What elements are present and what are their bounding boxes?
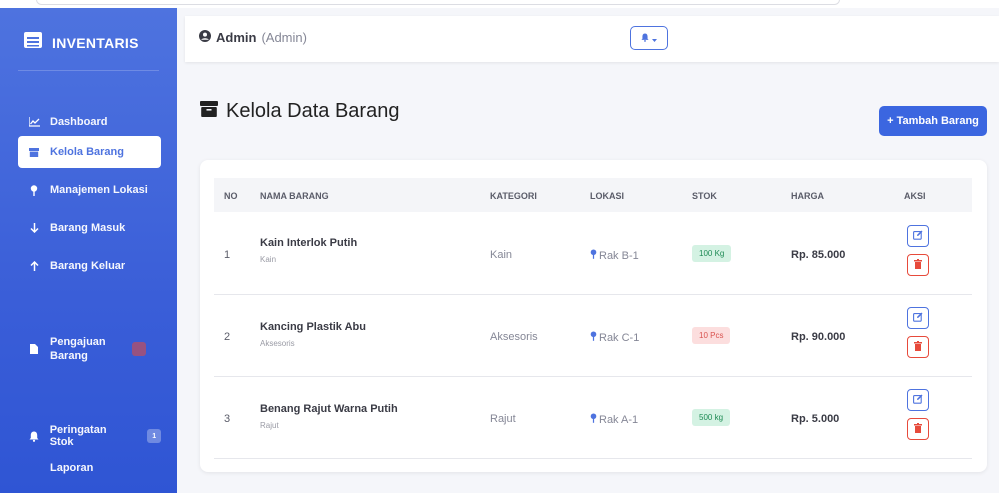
item-price: Rp. 85.000 — [791, 249, 846, 261]
stock-badge: 500 kg — [692, 409, 731, 426]
delete-button[interactable] — [907, 336, 929, 358]
header-aksi: AKSI — [904, 191, 926, 201]
table-row: 3 Benang Rajut Warna Putih Rajut Rajut R… — [214, 377, 972, 459]
header-stok: STOK — [692, 191, 717, 201]
edit-button[interactable] — [907, 307, 929, 329]
header-lokasi: LOKASI — [590, 191, 625, 201]
peringatan-badge: 1 — [147, 429, 162, 443]
caret-down-icon — [652, 29, 657, 47]
sidebar-item-pengajuan-barang[interactable]: Pengajuan Barang — [18, 326, 161, 372]
sidebar-item-label: Laporan — [50, 462, 94, 474]
bell-icon — [641, 29, 649, 47]
item-name: Benang Rajut Warna Putih — [260, 403, 398, 415]
sidebar-item-label: Barang Masuk — [50, 222, 126, 234]
sidebar-item-label: Manajemen Lokasi — [50, 184, 148, 196]
sidebar-item-label: Pengajuan Barang — [50, 336, 106, 362]
sidebar-item-label: Barang Keluar — [50, 260, 126, 272]
user-role: (Admin) — [261, 30, 307, 45]
trash-icon — [914, 338, 922, 356]
item-price: Rp. 90.000 — [791, 331, 846, 343]
page-title-text: Kelola Data Barang — [226, 100, 400, 122]
file-icon — [28, 344, 40, 354]
trash-icon — [914, 420, 922, 438]
delete-button[interactable] — [907, 418, 929, 440]
item-price: Rp. 5.000 — [791, 413, 840, 425]
edit-icon — [913, 391, 923, 409]
arrow-up-icon — [28, 261, 40, 271]
user-name: Admin — [216, 30, 257, 45]
row-no: 1 — [224, 249, 231, 261]
table-row: 2 Kancing Plastik Abu Aksesoris Aksesori… — [214, 295, 972, 377]
bell-icon — [28, 431, 40, 442]
warehouse-icon — [24, 32, 42, 53]
header-nama-barang: NAMA BARANG — [260, 191, 329, 201]
map-pin-icon — [590, 331, 597, 344]
item-name: Kain Interlok Putih — [260, 237, 358, 249]
add-item-button[interactable]: + Tambah Barang — [879, 106, 987, 136]
header-harga: HARGA — [791, 191, 824, 201]
notification-dropdown-button[interactable] — [630, 26, 668, 50]
header-no: NO — [224, 191, 238, 201]
address-pill — [36, 0, 840, 5]
item-category: Kain — [490, 249, 513, 261]
stock-badge: 10 Pcs — [692, 327, 731, 344]
table-card: NO NAMA BARANG KATEGORI LOKASI STOK HARG… — [200, 160, 987, 472]
brand[interactable]: INVENTARIS — [24, 32, 139, 53]
pengajuan-badge — [132, 342, 146, 356]
item-location: Rak C-1 — [599, 331, 640, 344]
page-title: Kelola Data Barang — [200, 100, 399, 123]
edit-icon — [913, 227, 923, 245]
sidebar-item-label: Kelola Barang — [50, 146, 124, 158]
sidebar-divider — [18, 70, 159, 71]
sidebar-item-label: Dashboard — [50, 116, 108, 128]
map-pin-icon — [590, 413, 597, 426]
sidebar-item-label: Peringatan Stok — [49, 424, 107, 448]
stock-badge: 100 Kg — [692, 245, 732, 262]
sidebar-item-manajemen-lokasi[interactable]: Manajemen Lokasi — [18, 174, 161, 206]
sidebar-item-barang-keluar[interactable]: Barang Keluar — [18, 250, 161, 282]
item-category-sub: Kain — [260, 255, 277, 264]
header-kategori: KATEGORI — [490, 191, 537, 201]
box-icon — [28, 147, 40, 157]
sidebar: INVENTARIS Dashboard Kelola Barang Manaj… — [0, 8, 177, 493]
sidebar-item-dashboard[interactable]: Dashboard — [18, 106, 161, 138]
sidebar-item-laporan[interactable]: Laporan — [18, 452, 161, 484]
item-category-sub: Rajut — [260, 421, 279, 430]
row-no: 3 — [224, 413, 231, 425]
sidebar-item-peringatan-stok[interactable]: Peringatan Stok 1 — [18, 420, 162, 452]
item-category-sub: Aksesoris — [260, 339, 295, 348]
edit-button[interactable] — [907, 225, 929, 247]
item-name: Kancing Plastik Abu — [260, 321, 366, 333]
sidebar-item-kelola-barang[interactable]: Kelola Barang — [18, 136, 161, 168]
map-pin-icon — [590, 249, 597, 262]
brand-title: INVENTARIS — [52, 34, 139, 51]
map-pin-icon — [28, 184, 40, 196]
row-no: 2 — [224, 331, 231, 343]
delete-button[interactable] — [907, 254, 929, 276]
item-location: Rak B-1 — [599, 249, 639, 262]
item-location: Rak A-1 — [599, 413, 639, 426]
edit-button[interactable] — [907, 389, 929, 411]
trash-icon — [914, 256, 922, 274]
topbar: Admin (Admin) — [185, 16, 999, 62]
user-info[interactable]: Admin (Admin) — [199, 30, 307, 45]
arrow-down-icon — [28, 223, 40, 233]
user-circle-icon — [199, 30, 211, 45]
item-category: Rajut — [490, 413, 516, 425]
sidebar-item-barang-masuk[interactable]: Barang Masuk — [18, 212, 161, 244]
item-category: Aksesoris — [490, 331, 538, 343]
box-icon — [200, 100, 218, 123]
table-header: NO NAMA BARANG KATEGORI LOKASI STOK HARG… — [214, 178, 972, 212]
browser-strip — [0, 0, 999, 8]
edit-icon — [913, 309, 923, 327]
chart-line-icon — [28, 117, 40, 127]
table-row: 1 Kain Interlok Putih Kain Kain Rak B-1 … — [214, 213, 972, 295]
